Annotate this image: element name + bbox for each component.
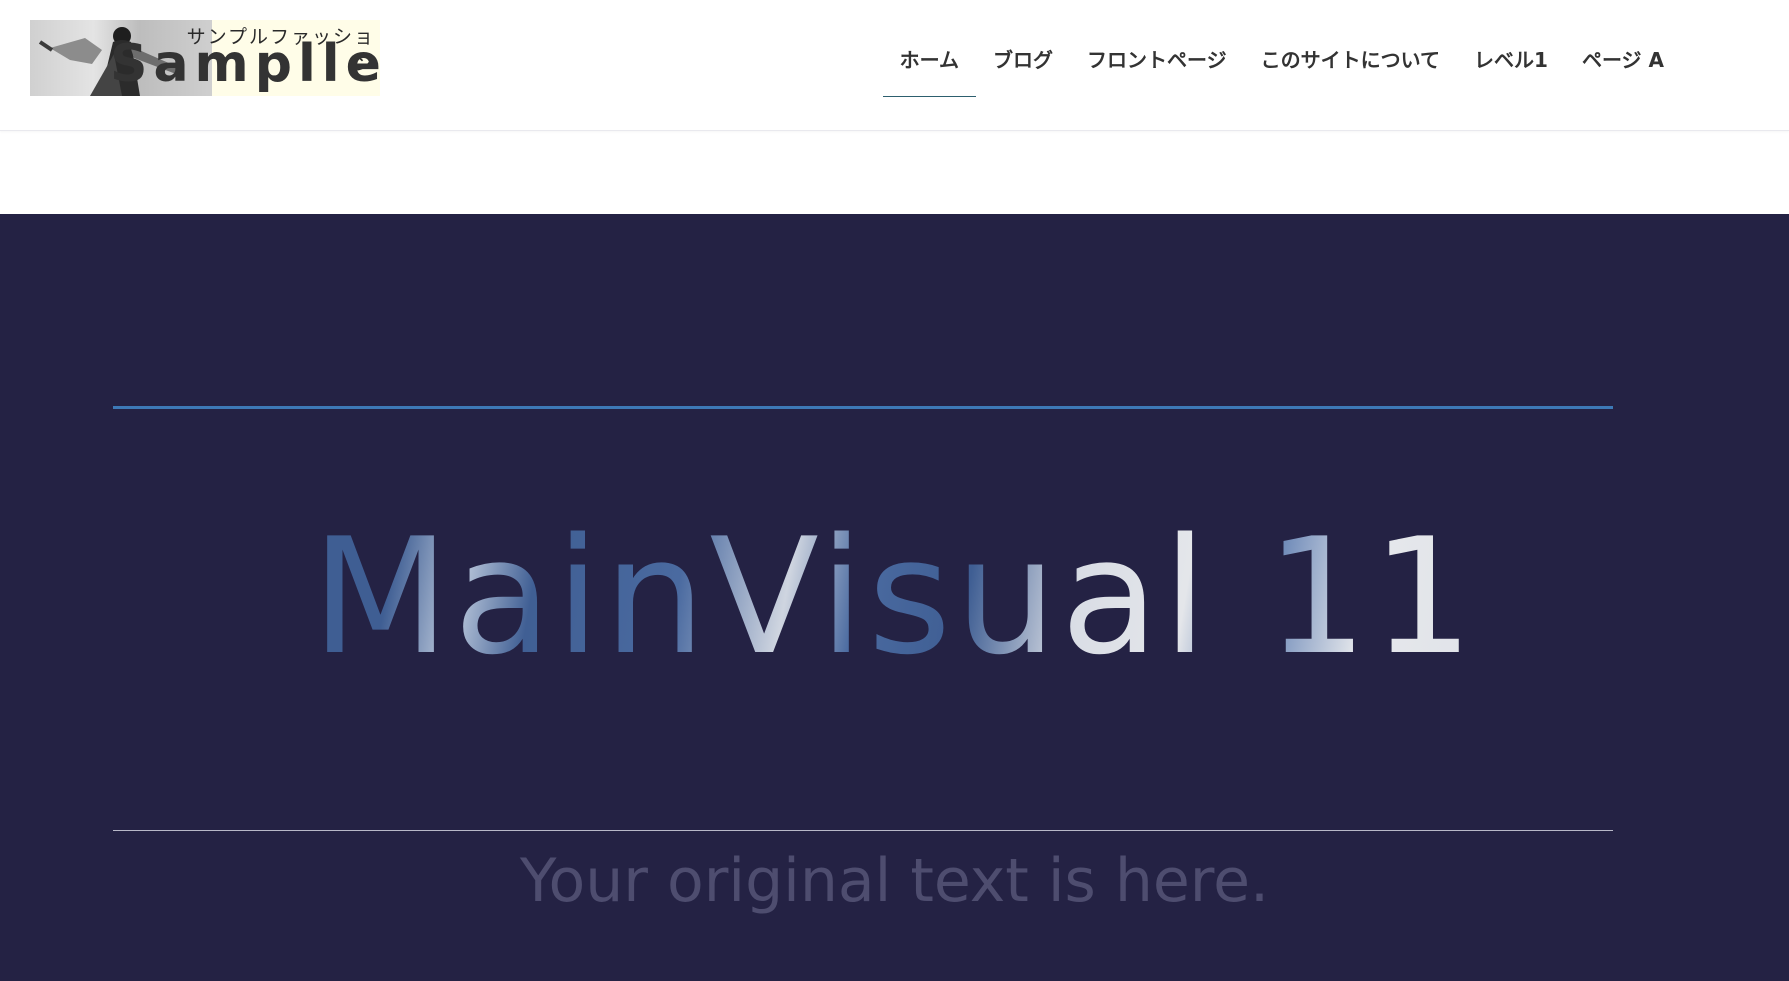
nav-item-blog[interactable]: ブログ [976,40,1070,97]
nav-item-front-page[interactable]: フロントページ [1070,40,1244,97]
nav-item-page-a[interactable]: ページ A [1565,40,1681,97]
site-logo[interactable]: サンプルファッション Samplle [30,20,380,96]
site-header: サンプルファッション Samplle ホーム ブログ フロントページ このサイト… [0,0,1789,131]
nav-item-about[interactable]: このサイトについて [1244,40,1457,97]
main-visual: MainVisual 11 Your original text is here… [0,214,1789,981]
nav-item-home[interactable]: ホーム [882,40,977,97]
hero-bottom-divider [113,830,1613,831]
hero-top-divider [113,406,1613,409]
nav-item-level1[interactable]: レベル1 [1457,40,1565,97]
main-nav: ホーム ブログ フロントページ このサイトについて レベル1 ページ A [882,40,1681,97]
hero-subtitle: Your original text is here. [519,846,1270,916]
logo-wordmark: Samplle [110,34,380,94]
hero-title: MainVisual 11 [0,517,1789,677]
